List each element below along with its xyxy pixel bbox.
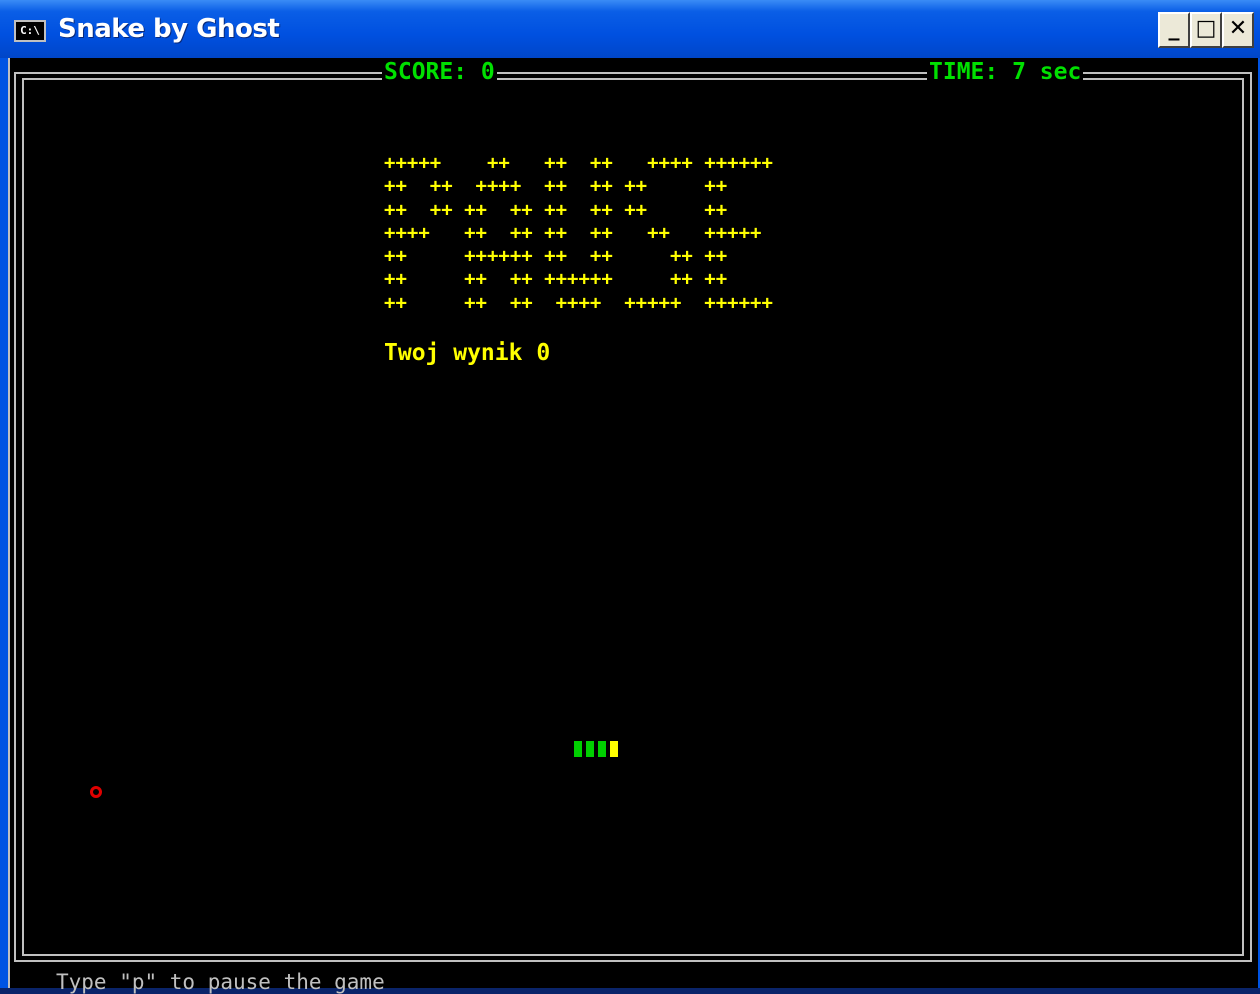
logo-line: ++ ++++++ ++ ++ ++ ++ [384, 245, 728, 268]
console-window: C:\ Snake by Ghost _ □ ✕ SCORE: 0 TIME: … [0, 0, 1260, 994]
close-button[interactable]: ✕ [1222, 12, 1254, 48]
snake-segment [574, 741, 582, 757]
window-title: Snake by Ghost [58, 14, 280, 44]
score-label: SCORE: 0 [382, 58, 497, 86]
console-icon[interactable]: C:\ [14, 20, 46, 42]
maximize-button[interactable]: □ [1190, 12, 1222, 48]
title-bar[interactable]: C:\ Snake by Ghost _ □ ✕ [0, 0, 1260, 58]
game-over-logo: +++++ ++ ++ ++ ++++ ++++++ ++ ++ ++++ ++… [384, 152, 773, 315]
final-score-text: Twoj wynik 0 [384, 340, 551, 366]
logo-line: ++ ++ ++ ++++ +++++ ++++++ [384, 291, 773, 314]
logo-line: ++ ++ ++ ++++++ ++ ++ [384, 268, 728, 291]
pause-hint: Type "p" to pause the game [56, 970, 385, 994]
logo-line: ++ ++ ++++ ++ ++ ++ ++ [384, 175, 728, 198]
logo-line: ++++ ++ ++ ++ ++ ++ +++++ [384, 221, 762, 244]
minimize-button[interactable]: _ [1158, 12, 1190, 48]
logo-line: ++ ++ ++ ++ ++ ++ ++ ++ [384, 198, 728, 221]
snake-segment [598, 741, 606, 757]
time-label: TIME: 7 sec [927, 58, 1084, 86]
food-item [90, 786, 102, 798]
logo-line: +++++ ++ ++ ++ ++++ ++++++ [384, 152, 773, 174]
snake-segment [586, 741, 594, 757]
snake [574, 741, 618, 757]
snake-head [610, 741, 618, 757]
